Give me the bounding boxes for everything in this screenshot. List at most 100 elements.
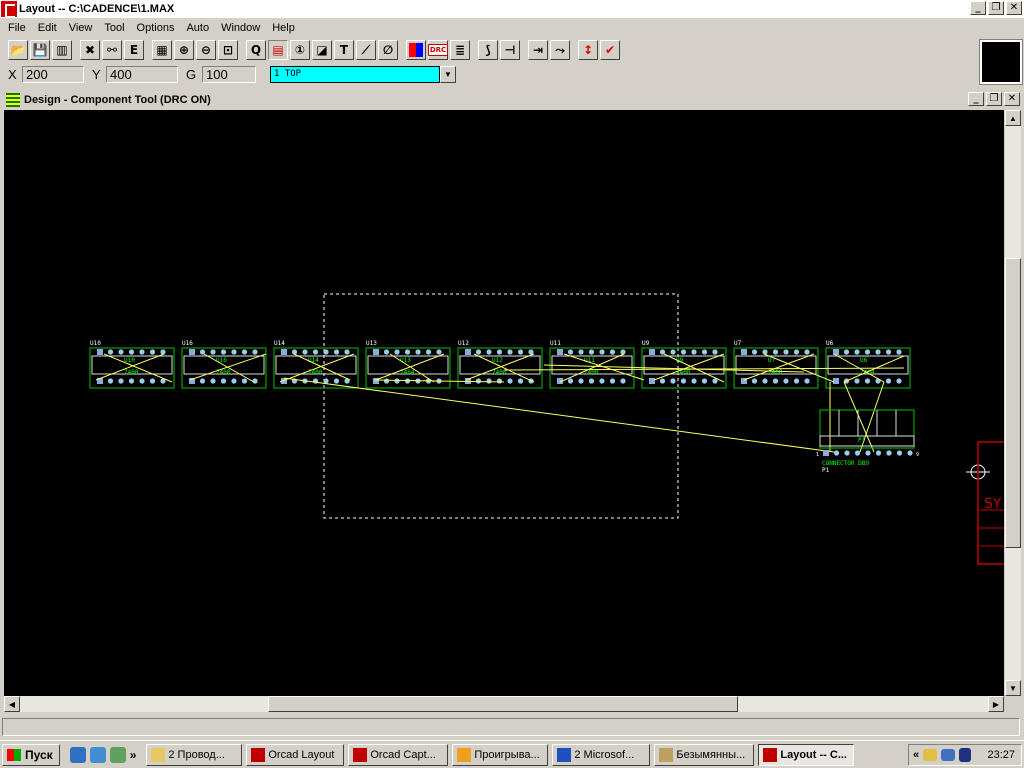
scroll-down-button[interactable]: ▼ — [1005, 680, 1021, 696]
query-button[interactable]: Q — [246, 40, 266, 60]
task-button[interactable]: Orcad Layout — [246, 743, 345, 766]
vertical-scrollbar[interactable]: ▲ ▼ — [1005, 110, 1021, 696]
component-name-label: U11 — [584, 357, 595, 364]
task-label: 2 Microsof... — [574, 748, 635, 761]
shield-icon[interactable] — [959, 748, 972, 762]
task-button[interactable]: 2 Microsof... — [552, 743, 651, 766]
pad — [517, 349, 524, 355]
chevron-right-icon[interactable]: » — [130, 748, 137, 762]
open-button[interactable]: 📂 — [8, 40, 28, 60]
menu-edit[interactable]: Edit — [32, 22, 63, 34]
pad — [383, 349, 390, 355]
connector-outline[interactable] — [819, 409, 915, 449]
pad — [302, 349, 308, 355]
desktop-icon[interactable] — [109, 746, 126, 763]
color-button[interactable] — [406, 40, 426, 60]
task-button[interactable]: Безымянны... — [654, 743, 755, 766]
spreadsheet-button[interactable]: ▦ — [152, 40, 172, 60]
chevron-left-icon[interactable]: « — [913, 749, 919, 761]
drc-box-button[interactable]: DRC — [427, 40, 449, 60]
menu-options[interactable]: Options — [131, 22, 181, 34]
task-button[interactable]: Проигрыва... — [452, 743, 549, 766]
design-canvas[interactable]: U10 U10 7400 U16 U16 7400 U14 U14 7400 U13 U13 7404… — [4, 110, 1009, 696]
connection-tool-button[interactable]: ⟋ — [356, 40, 376, 60]
child-restore-button[interactable]: ❐ — [986, 92, 1002, 106]
menu-auto[interactable]: Auto — [180, 22, 215, 34]
scroll-up-button[interactable]: ▲ — [1005, 110, 1021, 126]
selection-rectangle — [323, 293, 679, 519]
horizontal-scrollbar[interactable]: ◀ ▶ — [4, 696, 1004, 712]
menu-tool[interactable]: Tool — [98, 22, 130, 34]
task-app-icon — [353, 747, 368, 762]
error-tool-button[interactable]: ∅ — [378, 40, 398, 60]
pad-square — [649, 349, 655, 355]
ie-icon[interactable] — [69, 746, 86, 763]
pad — [118, 349, 124, 355]
status-bar — [0, 716, 1024, 738]
title-bar[interactable]: Layout -- C:\CADENCE\1.MAX _ ❐ ✕ — [0, 0, 1024, 18]
pin-tool-button[interactable]: ① — [290, 40, 310, 60]
network-icon[interactable] — [89, 746, 106, 763]
task-button[interactable]: Layout -- C... — [758, 743, 855, 766]
component-ref-label: U14 — [274, 340, 285, 347]
task-button[interactable]: 2 Провод... — [146, 743, 243, 766]
menu-view[interactable]: View — [63, 22, 99, 34]
zoom-out-button[interactable]: ⊖ — [196, 40, 216, 60]
scroll-right-button[interactable]: ▶ — [988, 696, 1004, 712]
pcb-board[interactable]: U10U107400U16U167400U14U147400U13U137404… — [4, 110, 1009, 696]
task-button[interactable]: Orcad Capt... — [348, 743, 449, 766]
reconnect-button[interactable]: ≣ — [450, 40, 470, 60]
pad — [475, 378, 482, 384]
binoculars-button[interactable]: ⚯ — [102, 40, 122, 60]
pad — [875, 349, 881, 355]
minimize-button[interactable]: _ — [970, 1, 986, 15]
tray-folder-icon[interactable] — [923, 749, 938, 761]
component-manager-button[interactable]: ✖ — [80, 40, 100, 60]
reconnect-icon: ≣ — [454, 43, 466, 57]
menu-window[interactable]: Window — [215, 22, 266, 34]
vertical-scroll-thumb[interactable] — [1005, 258, 1021, 548]
zoom-in-button[interactable]: ⊕ — [174, 40, 194, 60]
pad — [701, 378, 708, 384]
child-minimize-button[interactable]: _ — [968, 92, 984, 106]
start-button[interactable]: Пуск — [2, 743, 60, 766]
system-tray: « 23:27 — [908, 744, 1022, 766]
task-label: Проигрыва... — [474, 748, 540, 761]
pad — [252, 349, 258, 355]
obstacle-tool-button[interactable]: ◪ — [312, 40, 332, 60]
layer-select[interactable]: 1 TOP — [270, 66, 440, 83]
component-tool-button[interactable]: ▤ — [268, 40, 288, 60]
pad — [762, 378, 768, 384]
refresh-drc-button[interactable]: ↕ — [578, 40, 598, 60]
menu-help[interactable]: Help — [266, 22, 301, 34]
pad — [415, 349, 421, 355]
pad — [620, 349, 626, 355]
design-window-title-bar[interactable]: Design - Component Tool (DRC ON) _ ❐ ✕ — [2, 90, 1022, 109]
scroll-left-button[interactable]: ◀ — [4, 696, 20, 712]
auto-path-button[interactable]: ⤳ — [550, 40, 570, 60]
close-button[interactable]: ✕ — [1006, 1, 1022, 15]
library-button[interactable]: ▥ — [52, 40, 72, 60]
e-button[interactable]: E — [124, 40, 144, 60]
pad — [762, 349, 768, 355]
layout-app-icon[interactable] — [1, 1, 17, 18]
layer-dropdown-button[interactable]: ▼ — [440, 66, 456, 83]
task-app-icon — [557, 747, 572, 762]
menu-file[interactable]: File — [2, 22, 32, 34]
board-preview[interactable] — [979, 39, 1023, 85]
pad — [149, 378, 156, 384]
horizontal-scroll-thumb[interactable] — [268, 696, 738, 712]
pad — [160, 349, 166, 355]
shove-track-button[interactable]: ⇥ — [528, 40, 548, 60]
pad — [383, 378, 390, 384]
tray-network-icon[interactable] — [941, 749, 956, 761]
text-tool-button[interactable]: T — [334, 40, 354, 60]
save-button[interactable]: 💾 — [30, 40, 50, 60]
add-track-button[interactable]: ⟆ — [478, 40, 498, 60]
zoom-all-button[interactable]: ⊡ — [218, 40, 238, 60]
task-label: Layout -- C... — [780, 748, 847, 761]
online-drc-button[interactable]: ✔ — [600, 40, 620, 60]
restore-button[interactable]: ❐ — [988, 1, 1004, 15]
edit-segment-button[interactable]: ⊣ — [500, 40, 520, 60]
child-close-button[interactable]: ✕ — [1004, 92, 1020, 106]
